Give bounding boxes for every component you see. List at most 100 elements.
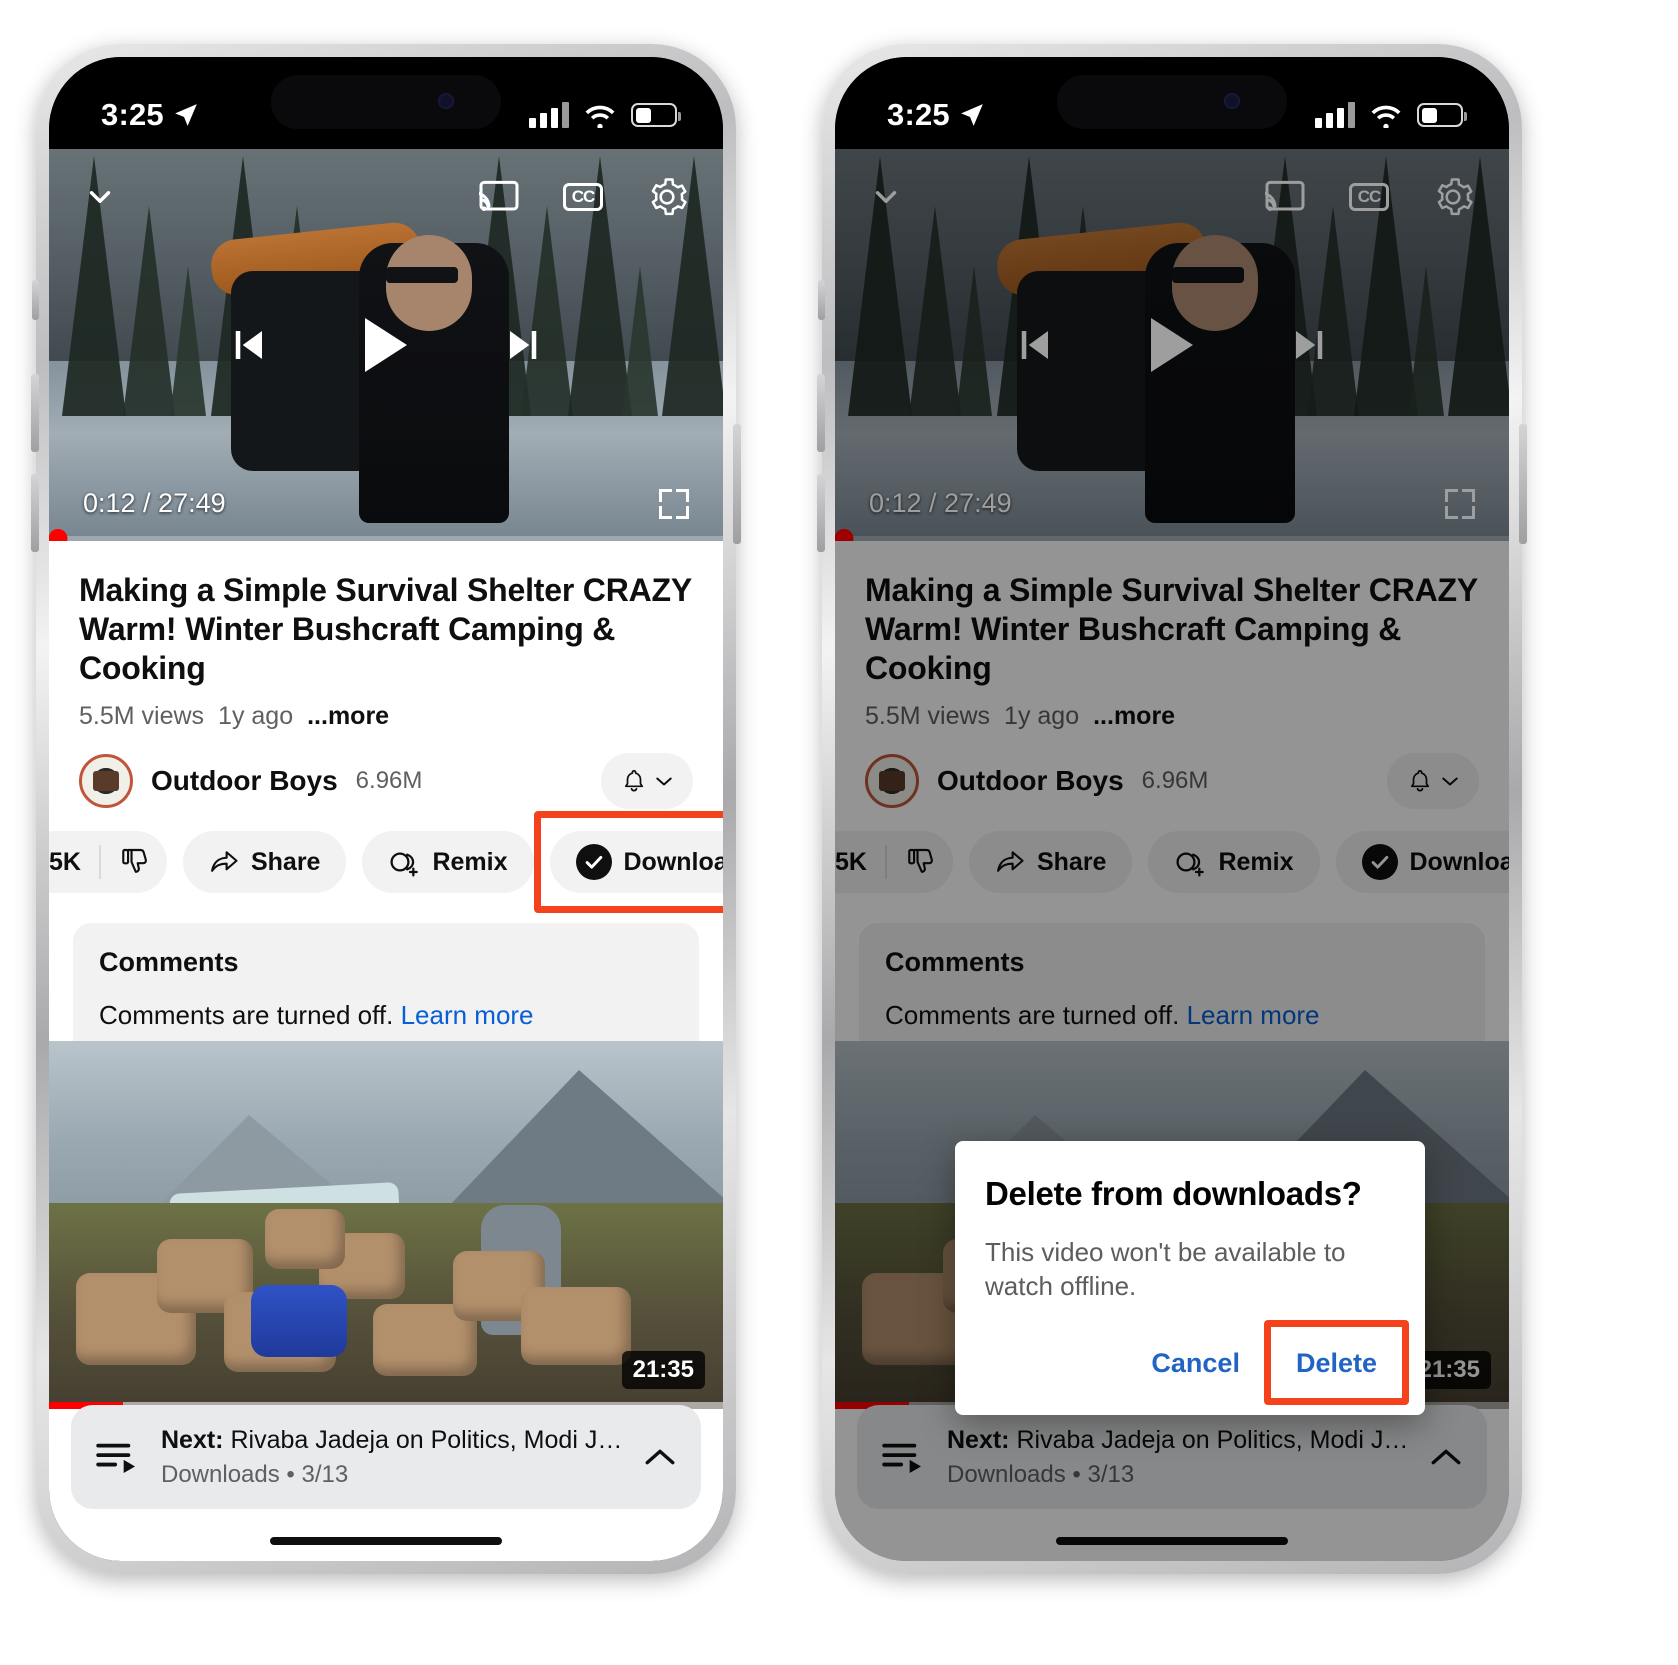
next-track-icon[interactable] [503,324,545,366]
queue-playlist-icon [96,1443,135,1474]
player-transport-controls [835,318,1509,372]
channel-name[interactable]: Outdoor Boys [151,765,338,797]
share-chip[interactable]: Share [182,831,347,894]
power-button[interactable] [733,424,741,544]
volume-up-button[interactable] [31,374,39,452]
front-camera-icon [438,93,454,109]
fullscreen-icon[interactable] [1445,488,1475,519]
cancel-button[interactable]: Cancel [1133,1338,1258,1389]
chevron-up-icon[interactable] [643,1447,677,1467]
dialog-actions: Cancel Delete [985,1304,1409,1415]
status-bar: 3:25 [49,57,723,149]
up-next-subtitle: Downloads • 3/13 [161,1460,349,1488]
next-track-icon[interactable] [1289,324,1331,366]
closed-captions-icon[interactable]: CC [561,175,605,219]
downloaded-chip[interactable]: Downloaded [549,831,724,894]
comments-off-text: Comments are turned off. [99,1000,394,1031]
dynamic-island [1057,75,1287,129]
dynamic-island [271,75,501,129]
battery-icon [1417,103,1467,127]
share-label: Share [250,847,321,876]
cast-icon[interactable] [1263,175,1307,219]
player-transport-controls [49,318,723,372]
cellular-bars-icon [529,102,569,128]
cc-label: CC [571,187,596,206]
bell-icon [624,770,644,792]
notification-bell-button[interactable] [601,753,693,810]
video-timestamp: 0:12 / 27:49 [869,488,1012,518]
silent-switch[interactable] [32,280,39,320]
gear-icon[interactable] [1431,175,1475,219]
volume-down-button[interactable] [31,474,39,552]
wifi-icon [1371,105,1401,128]
up-next-title: Next: Rivaba Jadeja on Politics, Modi Ji… [161,1426,623,1455]
screenshot-stage: 3:25 CC 0:12 / 27:49 Making a Simple Sur… [0,0,1678,1665]
next-video-title: Rivaba Jadeja on Politics, Modi Ji , Cri… [230,1425,623,1454]
status-bar-right [1315,102,1467,128]
status-bar-left: 3:25 [887,97,985,133]
thumbs-down-icon[interactable] [119,846,151,878]
play-icon[interactable] [1151,318,1193,372]
silent-switch[interactable] [818,280,825,320]
comments-heading: Comments [99,947,239,978]
video-details-panel: Making a Simple Survival Shelter CRAZY W… [835,541,1509,1561]
duration-badge: 21:35 [621,1351,705,1389]
chevron-down-icon [656,777,672,786]
gear-icon[interactable] [645,175,689,219]
fullscreen-icon[interactable] [659,488,689,519]
cc-label: CC [1357,187,1382,206]
play-icon[interactable] [365,318,407,372]
player-bottom-bar: 0:12 / 27:49 [49,488,723,519]
share-arrow-icon [211,851,238,872]
remix-chip[interactable]: Remix [362,831,534,894]
screen-right: 3:25 CC 0:12 / 27:49 Making a Simple Sur… [835,57,1509,1561]
chevron-down-icon[interactable] [869,180,903,214]
action-chips-row[interactable]: 5K Share Remix Downloa [49,809,724,914]
more-link[interactable]: ...more [307,702,389,731]
player-top-controls: CC [49,175,723,219]
downloaded-label: Downloaded [623,847,724,876]
up-next-texts: Next: Rivaba Jadeja on Politics, Modi Ji… [161,1426,623,1489]
remix-label: Remix [432,847,508,876]
comments-message: Comments are turned off. Learn more [99,1000,673,1031]
downloaded-chip-container: Downloaded [533,811,724,914]
view-count: 5.5M views [79,702,205,731]
progress-scrubber-handle[interactable] [49,529,68,541]
learn-more-link[interactable]: Learn more [401,1000,534,1030]
up-next-bar[interactable]: Next: Rivaba Jadeja on Politics, Modi Ji… [71,1405,701,1509]
location-arrow-icon [175,104,197,126]
volume-down-button[interactable] [817,474,825,552]
like-count: 5K [49,847,81,876]
page-title: Making a Simple Survival Shelter CRAZY W… [79,572,692,687]
dialog-title: Delete from downloads? [985,1175,1362,1212]
wifi-icon [585,105,615,128]
front-camera-icon [1224,93,1240,109]
previous-track-icon[interactable] [227,324,269,366]
phone-left: 3:25 CC 0:12 / 27:49 Making a Simple Sur… [31,44,741,1574]
player-top-controls: CC [835,175,1509,219]
progress-scrubber-handle[interactable] [835,529,854,541]
video-meta[interactable]: 5.5M views 1y ago ...more [49,688,723,731]
power-button[interactable] [1519,424,1527,544]
like-dislike-chip[interactable]: 5K [49,831,167,894]
video-player[interactable]: CC 0:12 / 27:49 [835,149,1509,541]
phone-right: 3:25 CC 0:12 / 27:49 Making a Simple Sur… [817,44,1527,1574]
chevron-down-icon[interactable] [83,180,117,214]
next-video-thumbnail[interactable]: 21:35 [49,1041,723,1409]
video-player[interactable]: CC 0:12 / 27:49 [49,149,723,541]
cast-icon[interactable] [477,175,521,219]
screen-left: 3:25 CC 0:12 / 27:49 Making a Simple Sur… [49,57,723,1561]
dialog-body: This video won't be available to watch o… [985,1237,1346,1302]
player-bottom-bar: 0:12 / 27:49 [835,488,1509,519]
channel-row[interactable]: Outdoor Boys 6.96M [49,731,723,810]
status-time: 3:25 [101,97,164,132]
volume-up-button[interactable] [817,374,825,452]
delete-button[interactable]: Delete [1278,1338,1395,1389]
previous-track-icon[interactable] [1013,324,1055,366]
next-prefix: Next: [161,1425,224,1454]
location-arrow-icon [961,104,983,126]
status-bar: 3:25 [835,57,1509,149]
avatar[interactable] [79,754,133,809]
closed-captions-icon[interactable]: CC [1347,175,1391,219]
delete-confirmation-dialog: Delete from downloads? This video won't … [955,1141,1425,1415]
